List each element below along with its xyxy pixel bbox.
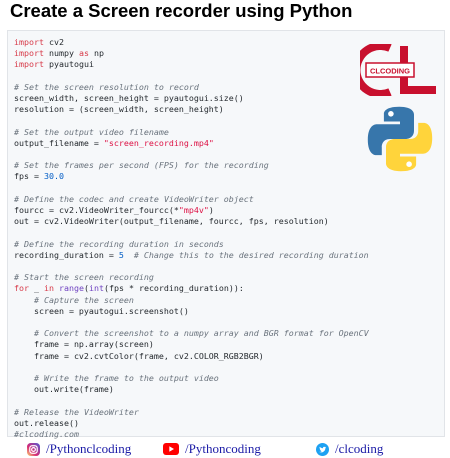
code-comment: # Define the codec and create VideoWrite… <box>14 193 254 204</box>
code-keyword: for <box>14 283 29 294</box>
code-token: recording_duration = <box>14 249 119 260</box>
code-token: pyautogui <box>43 59 94 70</box>
code-text: import cv2 import numpy as np import pya… <box>14 37 369 440</box>
code-token: numpy <box>43 48 79 59</box>
youtube-link[interactable]: /Pythoncoding <box>163 441 261 457</box>
code-line: out = cv2.VideoWriter(output_filename, f… <box>14 216 329 227</box>
code-token: import <box>14 37 44 47</box>
code-line: out.release() <box>14 417 79 428</box>
code-token: fps = <box>14 171 44 182</box>
code-comment: # Define the recording duration in secon… <box>14 238 224 249</box>
code-comment: # Write the frame to the output video <box>14 373 219 384</box>
code-comment: # Capture the screen <box>14 294 134 305</box>
code-comment: # Start the screen recording <box>14 272 154 283</box>
youtube-icon <box>163 443 179 455</box>
code-comment: # Change this to the desired recording d… <box>123 249 369 260</box>
code-line: screen = pyautogui.screenshot() <box>14 305 189 316</box>
instagram-handle: /Pythonclcoding <box>46 441 132 456</box>
code-string: "mp4v" <box>178 205 209 216</box>
code-builtin: int <box>88 283 104 294</box>
instagram-icon <box>27 442 40 456</box>
code-token: import <box>14 48 44 59</box>
code-line: screen_width, screen_height = pyautogui.… <box>14 93 244 104</box>
code-token: (fps * recording_duration)): <box>103 283 244 294</box>
clcoding-logo: CLCODING <box>360 44 436 96</box>
code-token: np <box>88 48 104 59</box>
code-token: _ <box>29 283 44 294</box>
code-comment: #clcoding.com <box>14 429 79 440</box>
code-comment: # Set the screen resolution to record <box>14 81 199 92</box>
code-builtin: range <box>59 283 84 294</box>
code-comment: # Set the output video filename <box>14 126 169 137</box>
code-string: "screen_recording.mp4" <box>103 137 214 148</box>
code-number: 30.0 <box>43 171 64 182</box>
code-line: out.write(frame) <box>14 384 114 395</box>
instagram-link[interactable]: /Pythonclcoding <box>27 441 131 457</box>
code-keyword: in <box>44 283 54 294</box>
code-token: ) <box>208 205 214 216</box>
code-line: resolution = (screen_width, screen_heigh… <box>14 104 224 115</box>
twitter-icon <box>316 442 329 456</box>
code-comment: # Set the frames per second (FPS) for th… <box>14 160 269 171</box>
code-token: fourcc = cv2.VideoWriter_fourcc(* <box>14 205 179 216</box>
code-comment: # Convert the screenshot to a numpy arra… <box>14 328 369 339</box>
code-line: frame = cv2.cvtColor(frame, cv2.COLOR_RG… <box>14 350 264 361</box>
youtube-handle: /Pythoncoding <box>185 441 261 456</box>
code-token: import <box>14 59 44 70</box>
code-line: frame = np.array(screen) <box>14 339 154 350</box>
code-token: output_filename = <box>14 137 104 148</box>
twitter-handle: /clcoding <box>335 441 384 456</box>
code-token: as <box>78 48 89 59</box>
twitter-link[interactable]: /clcoding <box>316 441 383 457</box>
code-comment: # Release the VideoWriter <box>14 406 139 417</box>
page-title: Create a Screen recorder using Python <box>10 0 353 21</box>
code-token: cv2 <box>43 37 64 47</box>
logo-text: CLCODING <box>370 67 410 76</box>
python-logo-icon <box>367 106 433 172</box>
social-footer: /Pythonclcoding /Pythoncoding /clcoding <box>0 440 450 458</box>
